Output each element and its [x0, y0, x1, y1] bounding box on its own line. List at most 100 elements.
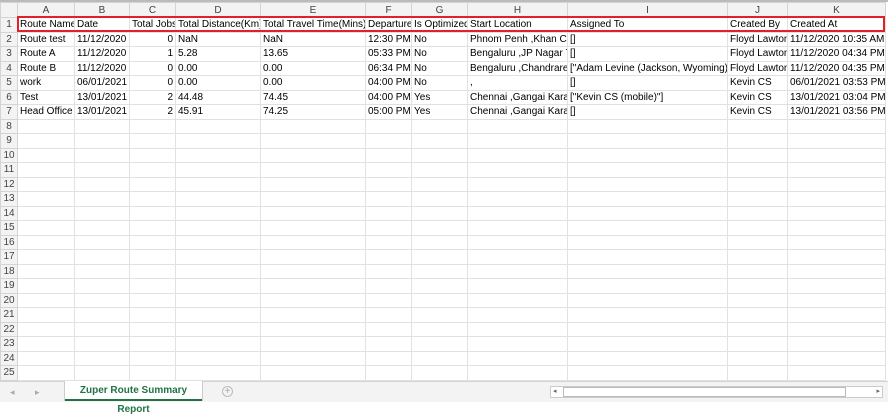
cell-g25[interactable]: [411, 365, 468, 381]
column-header-d[interactable]: D: [175, 2, 261, 18]
cell-i13[interactable]: [567, 191, 728, 207]
cell-k13[interactable]: [787, 191, 886, 207]
cell-e5[interactable]: 0.00: [260, 75, 366, 91]
cell-k17[interactable]: [787, 249, 886, 265]
cell-c20[interactable]: [129, 292, 176, 308]
cell-g12[interactable]: [411, 176, 468, 192]
cell-i6[interactable]: ["Kevin CS (mobile)"]: [567, 89, 728, 105]
cell-c4[interactable]: 0: [129, 60, 176, 76]
cell-e15[interactable]: [260, 220, 366, 236]
cell-h2[interactable]: Phnom Penh ,Khan Cha: [467, 31, 568, 47]
cell-f11[interactable]: [365, 162, 412, 178]
column-header-b[interactable]: B: [74, 2, 130, 18]
cell-g6[interactable]: Yes: [411, 89, 468, 105]
cell-a20[interactable]: [17, 292, 75, 308]
cell-h15[interactable]: [467, 220, 568, 236]
cell-h1[interactable]: Start Location: [467, 17, 568, 33]
cell-b13[interactable]: [74, 191, 130, 207]
cell-a2[interactable]: Route test: [17, 31, 75, 47]
cell-j16[interactable]: [727, 234, 788, 250]
cell-b15[interactable]: [74, 220, 130, 236]
cell-g3[interactable]: No: [411, 46, 468, 62]
cell-h7[interactable]: Chennai ,Gangai Karai: [467, 104, 568, 120]
cell-h25[interactable]: [467, 365, 568, 381]
cell-c5[interactable]: 0: [129, 75, 176, 91]
cell-c23[interactable]: [129, 336, 176, 352]
add-sheet-icon[interactable]: +: [222, 386, 233, 397]
cell-i23[interactable]: [567, 336, 728, 352]
cell-b20[interactable]: [74, 292, 130, 308]
cell-c10[interactable]: [129, 147, 176, 163]
column-header-e[interactable]: E: [260, 2, 366, 18]
cell-b2[interactable]: 11/12/2020: [74, 31, 130, 47]
cell-k2[interactable]: 11/12/2020 10:35 AM: [787, 31, 886, 47]
cell-k21[interactable]: [787, 307, 886, 323]
cell-i22[interactable]: [567, 321, 728, 337]
cell-g10[interactable]: [411, 147, 468, 163]
cell-f21[interactable]: [365, 307, 412, 323]
cell-h5[interactable]: ,: [467, 75, 568, 91]
cell-e8[interactable]: [260, 118, 366, 134]
cell-j14[interactable]: [727, 205, 788, 221]
row-header[interactable]: 4: [0, 60, 18, 76]
cell-d21[interactable]: [175, 307, 261, 323]
cell-k24[interactable]: [787, 350, 886, 366]
cell-d15[interactable]: [175, 220, 261, 236]
cell-c12[interactable]: [129, 176, 176, 192]
cell-h4[interactable]: Bengaluru ,Chandrared: [467, 60, 568, 76]
cell-k7[interactable]: 13/01/2021 03:56 PM: [787, 104, 886, 120]
cell-a18[interactable]: [17, 263, 75, 279]
cell-a16[interactable]: [17, 234, 75, 250]
cell-j2[interactable]: Floyd Lawton: [727, 31, 788, 47]
cell-k12[interactable]: [787, 176, 886, 192]
row-header[interactable]: 3: [0, 46, 18, 62]
cell-j9[interactable]: [727, 133, 788, 149]
cell-b23[interactable]: [74, 336, 130, 352]
row-header[interactable]: 16: [0, 234, 18, 250]
cell-c6[interactable]: 2: [129, 89, 176, 105]
cell-j10[interactable]: [727, 147, 788, 163]
cell-e10[interactable]: [260, 147, 366, 163]
row-header[interactable]: 5: [0, 75, 18, 91]
cell-b12[interactable]: [74, 176, 130, 192]
cell-c18[interactable]: [129, 263, 176, 279]
cell-b6[interactable]: 13/01/2021: [74, 89, 130, 105]
cell-g16[interactable]: [411, 234, 468, 250]
cell-b17[interactable]: [74, 249, 130, 265]
row-header[interactable]: 22: [0, 321, 18, 337]
cell-i12[interactable]: [567, 176, 728, 192]
cell-i4[interactable]: ["Adam Levine (Jackson, Wyoming)"]: [567, 60, 728, 76]
cell-e6[interactable]: 74.45: [260, 89, 366, 105]
cell-f6[interactable]: 04:00 PM: [365, 89, 412, 105]
cell-h16[interactable]: [467, 234, 568, 250]
cell-d1[interactable]: Total Distance(Km): [175, 17, 261, 33]
cell-a25[interactable]: [17, 365, 75, 381]
cell-a14[interactable]: [17, 205, 75, 221]
column-header-f[interactable]: F: [365, 2, 412, 18]
cell-g19[interactable]: [411, 278, 468, 294]
column-header-j[interactable]: J: [727, 2, 788, 18]
cell-a10[interactable]: [17, 147, 75, 163]
cell-i15[interactable]: [567, 220, 728, 236]
cell-k25[interactable]: [787, 365, 886, 381]
cell-c19[interactable]: [129, 278, 176, 294]
cell-d20[interactable]: [175, 292, 261, 308]
cell-b21[interactable]: [74, 307, 130, 323]
cell-e3[interactable]: 13.65: [260, 46, 366, 62]
cell-h9[interactable]: [467, 133, 568, 149]
row-header[interactable]: 21: [0, 307, 18, 323]
cell-j17[interactable]: [727, 249, 788, 265]
cell-i16[interactable]: [567, 234, 728, 250]
cell-j22[interactable]: [727, 321, 788, 337]
cell-b9[interactable]: [74, 133, 130, 149]
cell-a5[interactable]: work: [17, 75, 75, 91]
cell-f10[interactable]: [365, 147, 412, 163]
cell-j13[interactable]: [727, 191, 788, 207]
cell-i25[interactable]: [567, 365, 728, 381]
cell-k14[interactable]: [787, 205, 886, 221]
cell-e9[interactable]: [260, 133, 366, 149]
cell-b18[interactable]: [74, 263, 130, 279]
cell-b4[interactable]: 11/12/2020: [74, 60, 130, 76]
cell-c24[interactable]: [129, 350, 176, 366]
cell-i11[interactable]: [567, 162, 728, 178]
